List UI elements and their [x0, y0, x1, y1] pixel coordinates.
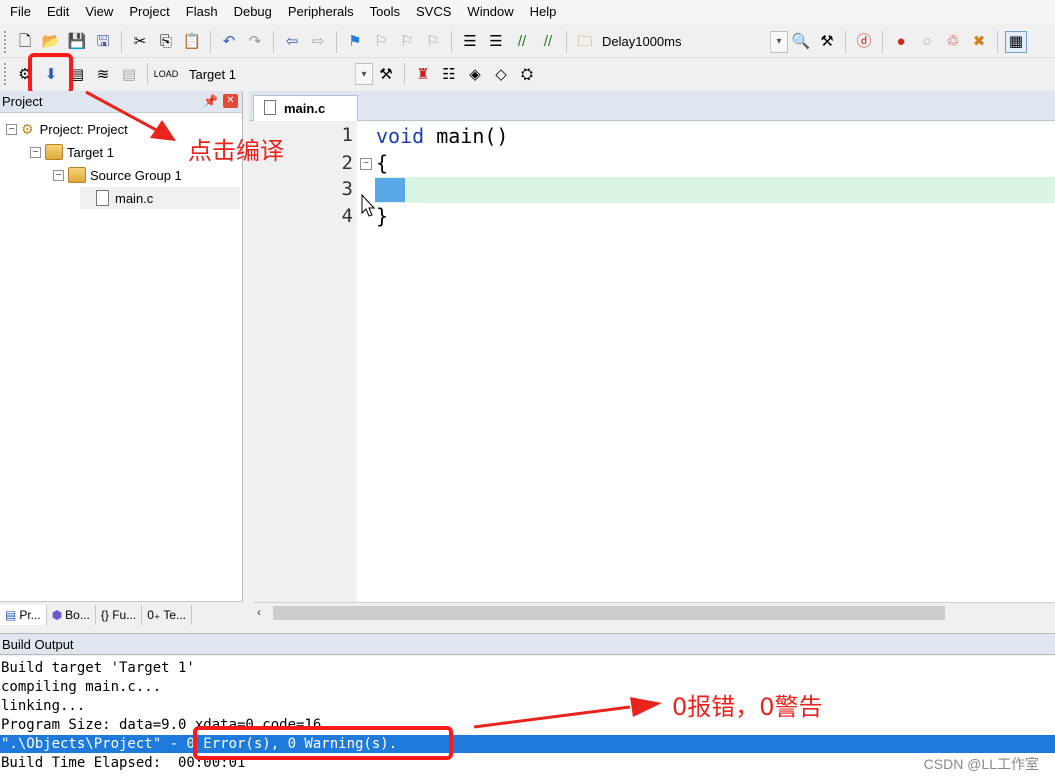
result-hint-annotation: 0报错，0警告 — [672, 693, 823, 721]
arrow-to-build-button-head — [150, 120, 176, 141]
arrow-to-result — [473, 705, 631, 729]
arrow-to-result-head — [630, 697, 662, 717]
compile-hint-annotation: 点击编译 — [188, 137, 284, 165]
watermark: CSDN @LL工作室 — [923, 756, 1039, 772]
annotation-arrows — [85, 90, 662, 729]
arrow-to-build-button — [85, 90, 161, 134]
